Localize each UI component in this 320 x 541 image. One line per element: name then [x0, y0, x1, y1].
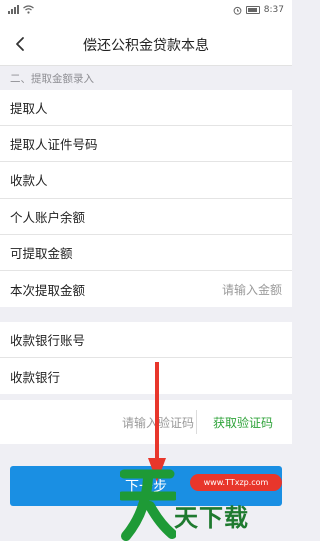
site-logo-icon	[120, 469, 176, 541]
status-right: 8:37	[233, 5, 284, 15]
status-time: 8:37	[263, 5, 284, 15]
bank-form: 收款银行账号 收款银行	[0, 322, 292, 395]
back-button[interactable]	[8, 32, 32, 56]
field-withdrawable-amount: 可提取金额	[0, 235, 292, 271]
section-header: 二、提取金额录入	[0, 66, 292, 90]
field-withdraw-amount-label: 本次提取金额	[10, 282, 86, 298]
page-title: 偿还公积金贷款本息	[83, 38, 209, 54]
field-withdraw-amount[interactable]: 本次提取金额 请输入金额	[0, 271, 292, 307]
field-withdrawable-amount-label: 可提取金额	[10, 245, 73, 261]
field-payee-label: 收款人	[10, 173, 48, 189]
watermark-brand: 天下载	[174, 504, 249, 532]
alarm-icon	[233, 6, 242, 15]
field-bank-account-label: 收款银行账号	[10, 333, 86, 349]
field-drawer: 提取人	[0, 90, 292, 127]
amount-form: 提取人 提取人证件号码 收款人 个人账户余额 可提取金额 本次提取金额 请输入金…	[0, 90, 292, 308]
status-bar: 8:37	[0, 0, 292, 22]
field-account-balance: 个人账户余额	[0, 199, 292, 235]
verification-row: 请输入验证码 获取验证码	[0, 400, 292, 444]
divider	[196, 410, 197, 434]
amount-input[interactable]: 请输入金额	[222, 281, 292, 298]
signal-icon	[8, 5, 19, 14]
field-bank-label: 收款银行	[10, 369, 61, 385]
chevron-left-icon	[16, 37, 24, 51]
watermark: www.TTxzp.com 天下载	[120, 462, 292, 541]
get-code-button[interactable]: 获取验证码	[200, 414, 286, 431]
wifi-icon	[23, 5, 34, 14]
field-drawer-id-label: 提取人证件号码	[10, 137, 98, 153]
field-drawer-id: 提取人证件号码	[0, 126, 292, 163]
field-bank-account[interactable]: 收款银行账号	[0, 322, 292, 359]
field-account-balance-label: 个人账户余额	[10, 209, 86, 225]
watermark-site: www.TTxzp.com	[190, 474, 282, 491]
field-payee: 收款人	[0, 162, 292, 199]
status-left	[8, 5, 34, 14]
battery-icon	[245, 6, 260, 14]
verification-code-input[interactable]: 请输入验证码	[98, 414, 194, 430]
nav-bar: 偿还公积金贷款本息	[0, 22, 292, 66]
field-drawer-label: 提取人	[10, 101, 48, 117]
field-bank[interactable]: 收款银行	[0, 358, 292, 394]
